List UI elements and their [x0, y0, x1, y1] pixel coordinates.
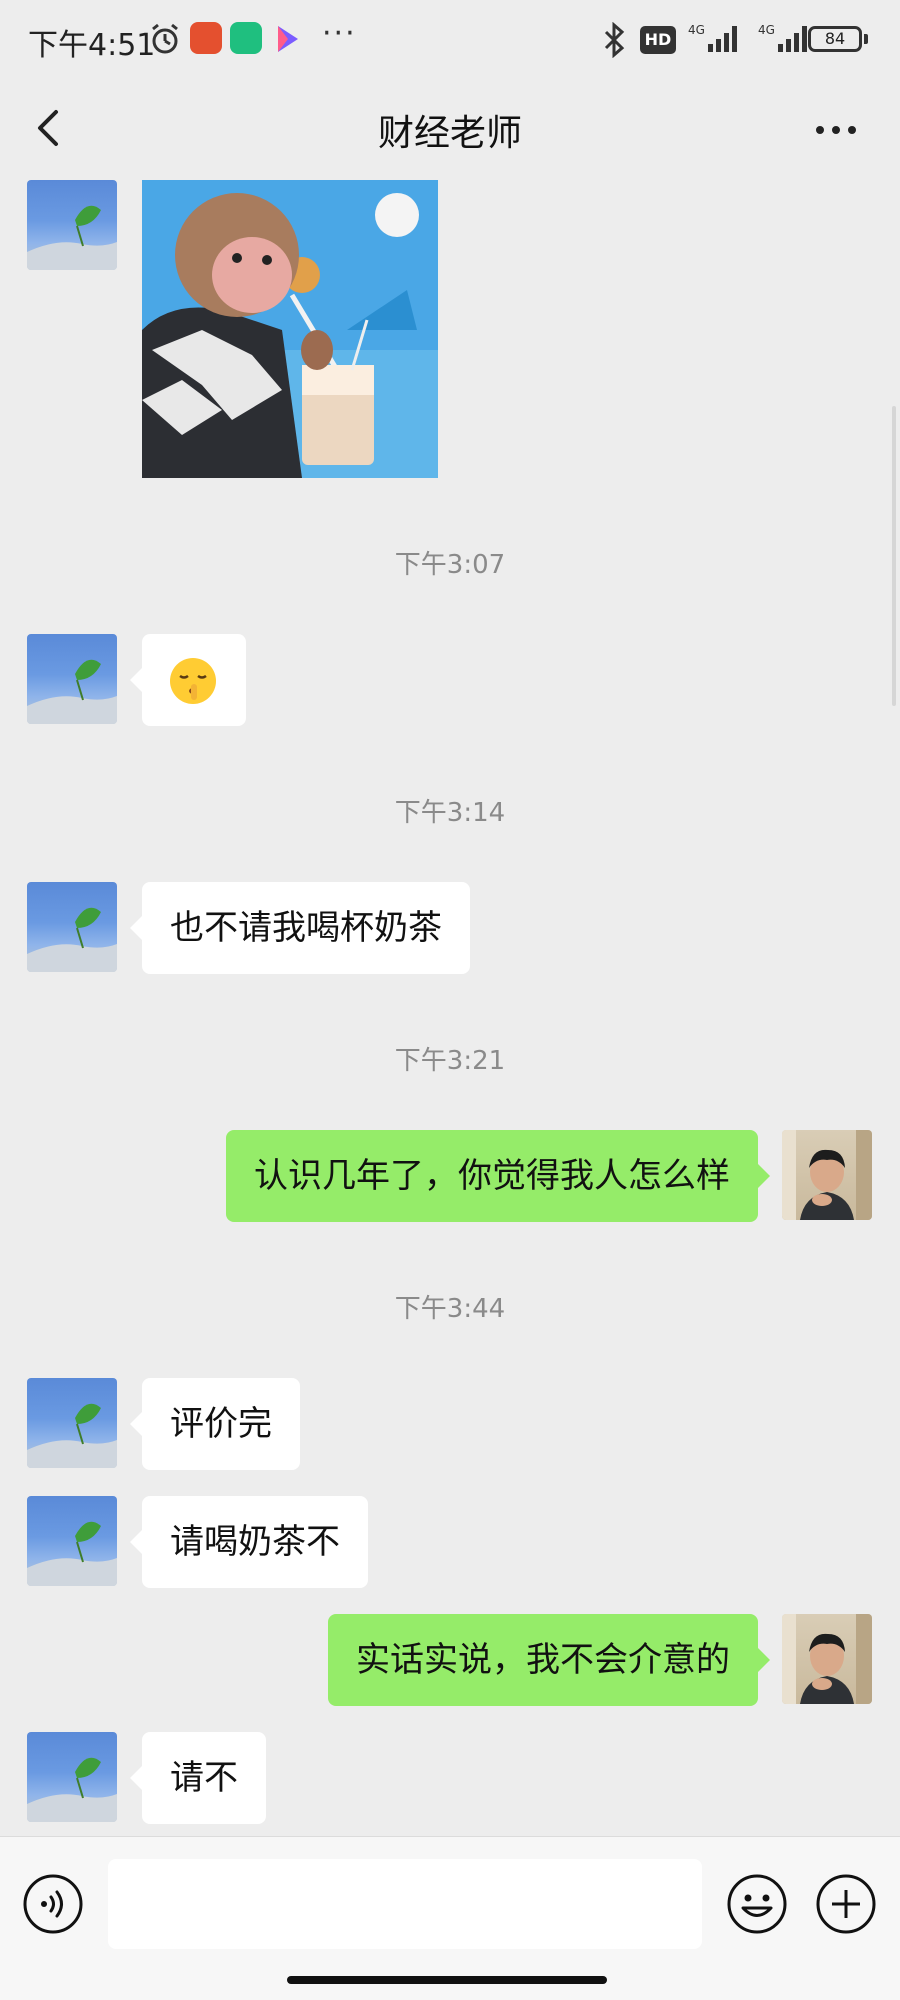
chat-header: 财经老师 [0, 80, 900, 176]
timestamp: 下午3:21 [394, 1046, 506, 1076]
contact-avatar[interactable] [27, 180, 117, 270]
incoming-message-bubble[interactable]: 也不请我喝杯奶茶 [130, 882, 470, 974]
my-avatar[interactable] [782, 1614, 872, 1704]
alarm-icon [152, 23, 178, 54]
status-time: 下午4:51 [28, 28, 156, 63]
contact-avatar[interactable] [27, 1496, 117, 1586]
status-bar: 下午4:51 ··· HD 4G 4G 84 [0, 0, 900, 80]
dot-icon [832, 126, 840, 134]
hd-voice-badge: HD [640, 26, 676, 54]
contact-avatar[interactable] [27, 1378, 117, 1468]
battery-indicator: 84 [808, 26, 862, 52]
play-store-icon [278, 26, 298, 52]
more-options-button[interactable] [806, 108, 866, 148]
contact-avatar[interactable] [27, 634, 117, 724]
my-avatar[interactable] [782, 1130, 872, 1220]
home-indicator[interactable] [287, 1976, 607, 1984]
message-input[interactable] [108, 1859, 702, 1949]
contact-avatar[interactable] [27, 1732, 117, 1822]
signal-icon: 4G [688, 23, 737, 52]
dot-icon [848, 126, 856, 134]
signal-icon-2: 4G [758, 23, 807, 52]
security-app-icon [230, 22, 262, 54]
battery-nub [864, 34, 868, 44]
emoji-message-bubble[interactable] [130, 634, 246, 726]
outgoing-message-bubble[interactable]: 认识几年了，你觉得我人怎么样 [226, 1130, 770, 1222]
voice-input-button[interactable] [22, 1873, 84, 1935]
hushed-face-emoji-icon [170, 658, 216, 704]
timestamp: 下午3:07 [394, 550, 506, 580]
timestamp: 下午3:14 [394, 798, 506, 828]
chat-title: 财经老师 [377, 113, 522, 154]
timestamp: 下午3:44 [394, 1294, 506, 1324]
bluetooth-icon [604, 22, 625, 58]
music-app-icon [190, 22, 222, 54]
back-button[interactable] [26, 96, 74, 160]
outgoing-message-bubble[interactable]: 实话实说，我不会介意的 [328, 1614, 770, 1706]
more-functions-plus-button[interactable] [815, 1873, 877, 1935]
incoming-message-bubble[interactable]: 请不 [130, 1732, 266, 1824]
incoming-message-bubble[interactable]: 请喝奶茶不 [130, 1496, 368, 1588]
more-notifications-icon: ··· [322, 16, 357, 51]
emoji-button[interactable] [726, 1873, 788, 1935]
dot-icon [816, 126, 824, 134]
monkey-milk-tea-sticker[interactable] [142, 180, 438, 478]
chat-message-list[interactable]: 下午3:07 下午3:14 也不请我喝杯奶茶 下午3:21 认识几年了，你觉得我… [0, 176, 900, 1836]
svg-text:4G: 4G [758, 23, 775, 37]
incoming-message-bubble[interactable]: 评价完 [130, 1378, 300, 1470]
svg-text:4G: 4G [688, 23, 705, 37]
contact-avatar[interactable] [27, 882, 117, 972]
